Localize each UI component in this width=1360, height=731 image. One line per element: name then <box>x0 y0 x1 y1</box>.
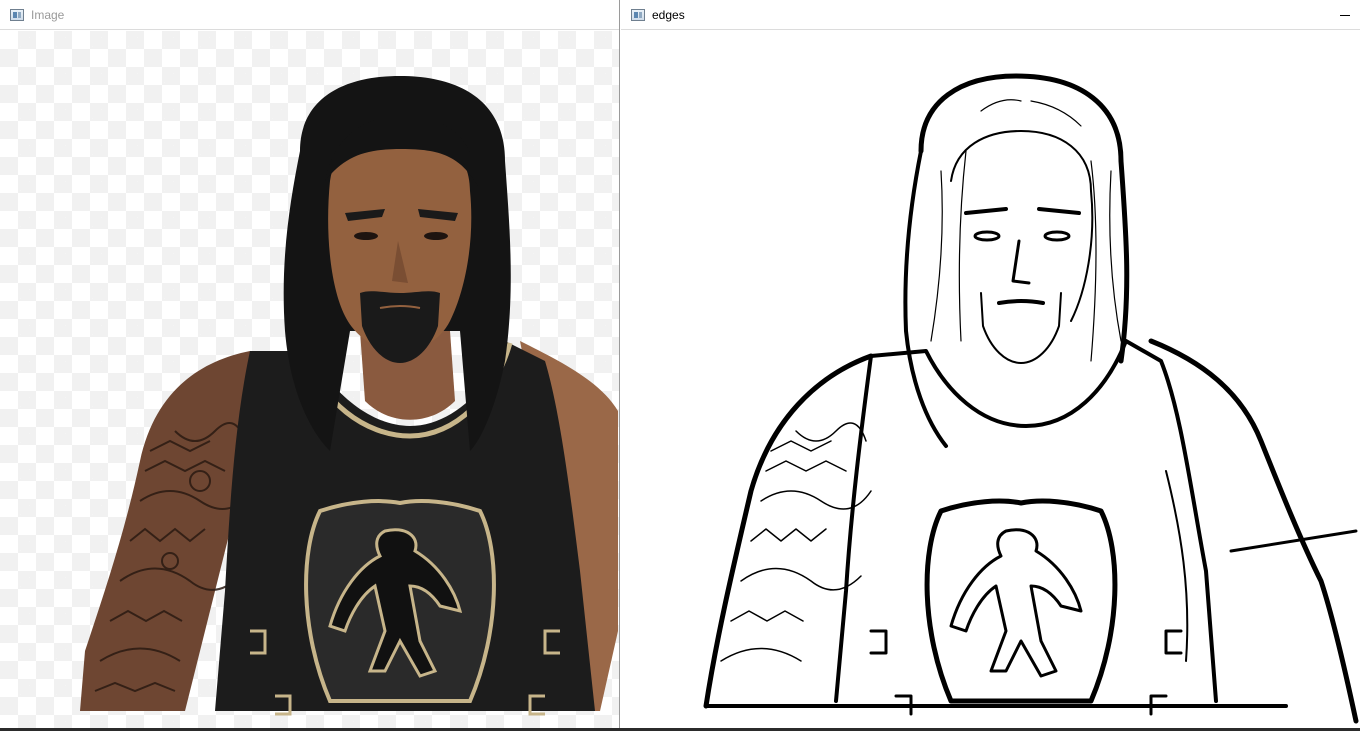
right-eye <box>424 232 448 240</box>
minimize-button[interactable] <box>1334 4 1356 26</box>
edge-right-arm-band <box>1229 529 1358 553</box>
wrestler-photo <box>80 76 618 716</box>
edge-detection-output <box>703 73 1359 724</box>
edges-window-title: edges <box>652 7 685 22</box>
edge-right-eyebrow <box>1037 207 1081 215</box>
left-eye <box>354 232 378 240</box>
edge-face <box>950 130 1094 322</box>
edge-mouth <box>997 299 1045 305</box>
edge-silhouette-left <box>703 353 874 709</box>
edge-hair-left <box>903 149 948 448</box>
image-window[interactable]: Image <box>0 0 620 731</box>
edges-window[interactable]: edges <box>621 0 1360 731</box>
edge-beard <box>980 292 1062 364</box>
edge-tank-left <box>834 354 873 703</box>
app-window-icon <box>10 8 24 21</box>
edge-chest-figure <box>949 528 1083 678</box>
edge-right-eye <box>1043 230 1071 242</box>
edge-silhouette-right <box>1148 338 1359 724</box>
edges-window-titlebar[interactable]: edges <box>621 0 1360 30</box>
edge-emblem-2 <box>1164 629 1183 655</box>
edge-emblem-1 <box>869 629 888 655</box>
edge-left-eyebrow <box>964 207 1008 215</box>
edges-canvas <box>621 31 1360 731</box>
edge-left-eye <box>973 230 1001 242</box>
edge-nose <box>1011 239 1031 285</box>
minimize-icon <box>1340 14 1350 16</box>
image-canvas <box>0 31 619 731</box>
app-window-icon <box>631 8 645 21</box>
image-window-titlebar[interactable]: Image <box>0 0 619 30</box>
image-window-title: Image <box>31 7 65 22</box>
